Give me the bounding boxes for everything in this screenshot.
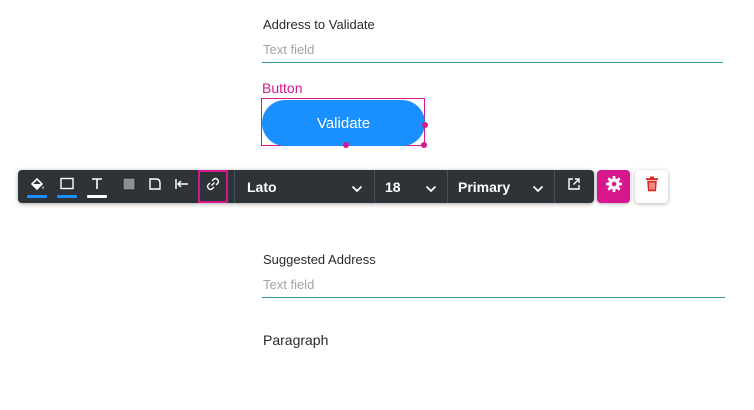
style-variant-value: Primary xyxy=(458,179,511,195)
trash-icon xyxy=(645,176,659,197)
selected-element-type-label: Button xyxy=(262,80,303,96)
link-chain-icon xyxy=(205,176,221,197)
resize-handle-bottom-right[interactable] xyxy=(421,142,427,148)
suggested-field-underline xyxy=(262,297,725,298)
shadow-button[interactable] xyxy=(118,170,140,203)
suggested-address-label: Suggested Address xyxy=(263,252,376,267)
external-link-icon xyxy=(567,177,581,196)
border-square-icon xyxy=(59,176,75,197)
corner-radius-button[interactable] xyxy=(144,170,166,203)
padding-button[interactable] xyxy=(170,170,194,203)
font-family-value: Lato xyxy=(247,179,277,195)
delete-button[interactable] xyxy=(635,170,668,203)
align-left-bar-icon xyxy=(174,177,190,196)
corner-radius-icon xyxy=(148,177,162,196)
border-color-swatch xyxy=(57,195,77,198)
open-external-button[interactable] xyxy=(556,170,592,203)
border-color-button[interactable] xyxy=(54,170,80,203)
settings-button[interactable] xyxy=(597,170,630,203)
font-family-dropdown[interactable]: Lato xyxy=(235,170,374,203)
font-size-dropdown[interactable]: 18 xyxy=(375,170,447,203)
address-to-validate-field[interactable] xyxy=(263,40,718,58)
resize-handle-right[interactable] xyxy=(422,122,428,128)
suggested-address-field[interactable] xyxy=(263,275,718,293)
resize-handle-bottom[interactable] xyxy=(343,142,349,148)
chevron-down-icon xyxy=(532,181,544,199)
address-field-underline xyxy=(262,62,723,63)
chevron-down-icon xyxy=(351,181,363,199)
shadow-square-icon xyxy=(122,177,136,196)
paint-bucket-icon xyxy=(29,176,45,197)
address-to-validate-label: Address to Validate xyxy=(263,17,375,32)
fill-color-swatch xyxy=(27,195,47,198)
element-toolbar: Lato 18 Primary xyxy=(18,170,594,203)
text-t-icon xyxy=(89,176,105,197)
style-variant-dropdown[interactable]: Primary xyxy=(448,170,554,203)
validate-button[interactable]: Validate xyxy=(262,100,425,146)
font-size-value: 18 xyxy=(385,179,401,195)
gear-icon xyxy=(605,175,623,198)
fill-color-button[interactable] xyxy=(24,170,50,203)
text-color-swatch xyxy=(87,195,107,198)
paragraph-text[interactable]: Paragraph xyxy=(263,332,328,348)
link-button[interactable] xyxy=(198,170,228,203)
text-color-button[interactable] xyxy=(84,170,110,203)
chevron-down-icon xyxy=(425,181,437,199)
toolbar-separator xyxy=(554,170,555,203)
